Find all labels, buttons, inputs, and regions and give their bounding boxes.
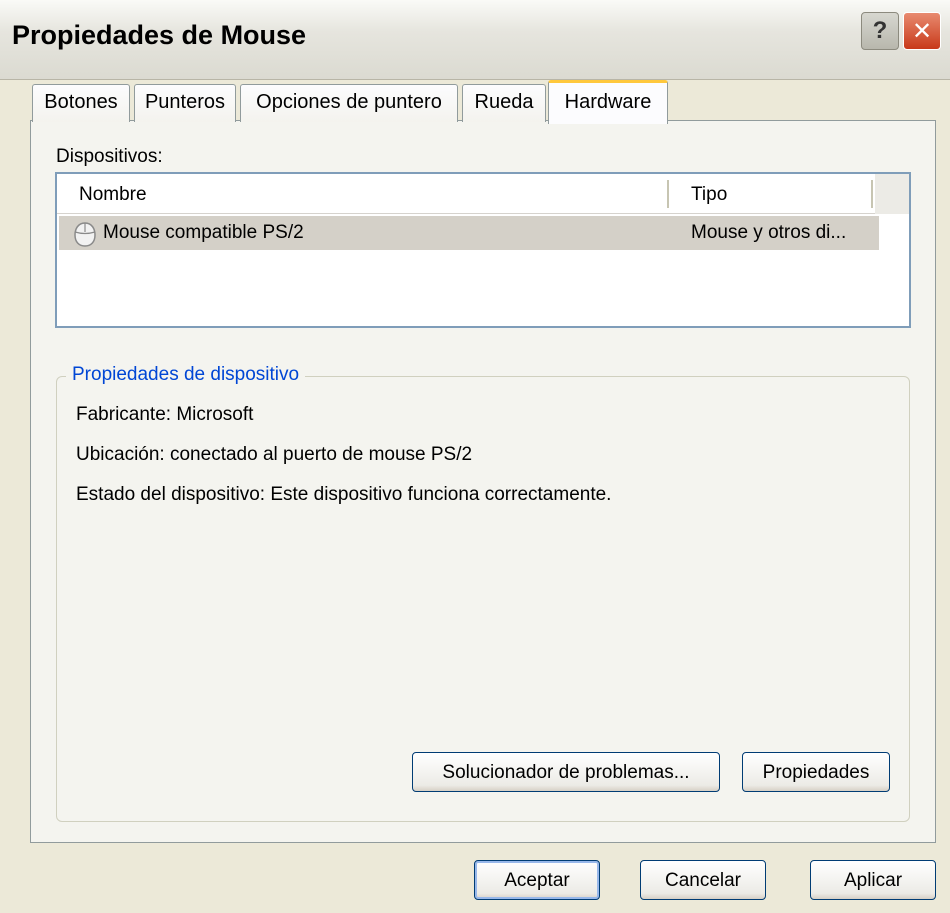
help-button[interactable]: ? xyxy=(861,12,899,50)
cancel-button[interactable]: Cancelar xyxy=(640,860,766,900)
column-header-nombre[interactable]: Nombre xyxy=(79,184,147,206)
tab-opciones-de-puntero[interactable]: Opciones de puntero xyxy=(240,84,458,122)
tab-rueda[interactable]: Rueda xyxy=(462,84,546,122)
column-divider[interactable] xyxy=(667,180,669,208)
manufacturer-text: Fabricante: Microsoft xyxy=(76,404,254,425)
devices-label: Dispositivos: xyxy=(56,146,163,167)
column-divider[interactable] xyxy=(871,180,873,208)
window-title: Propiedades de Mouse xyxy=(12,20,307,50)
devices-list[interactable]: Nombre Tipo Mouse compatible PS/2 Mouse … xyxy=(55,172,911,328)
mouse-properties-dialog: Propiedades de Mouse ? ✕ Botones Puntero… xyxy=(0,0,950,913)
help-icon: ? xyxy=(872,17,888,44)
title-bar[interactable]: Propiedades de Mouse ? ✕ xyxy=(0,0,950,80)
tab-punteros[interactable]: Punteros xyxy=(134,84,236,122)
column-header-tipo[interactable]: Tipo xyxy=(691,184,727,206)
status-text: Estado del dispositivo: Este dispositivo… xyxy=(76,484,612,505)
list-item[interactable]: Mouse compatible PS/2 Mouse y otros di..… xyxy=(59,216,879,250)
ok-button[interactable]: Aceptar xyxy=(474,860,600,900)
device-name: Mouse compatible PS/2 xyxy=(103,222,304,243)
troubleshoot-button[interactable]: Solucionador de problemas... xyxy=(412,752,720,792)
location-text: Ubicación: conectado al puerto de mouse … xyxy=(76,444,473,465)
tab-botones[interactable]: Botones xyxy=(32,84,130,122)
apply-button[interactable]: Aplicar xyxy=(810,860,936,900)
device-type: Mouse y otros di... xyxy=(691,222,847,243)
device-properties-button[interactable]: Propiedades xyxy=(742,752,890,792)
close-icon: ✕ xyxy=(911,17,933,45)
mouse-icon xyxy=(74,222,96,247)
close-button[interactable]: ✕ xyxy=(903,12,941,50)
header-filler xyxy=(875,174,909,214)
tab-hardware[interactable]: Hardware xyxy=(548,80,668,124)
list-header: Nombre Tipo xyxy=(57,174,909,214)
device-properties-title: Propiedades de dispositivo xyxy=(66,364,306,386)
